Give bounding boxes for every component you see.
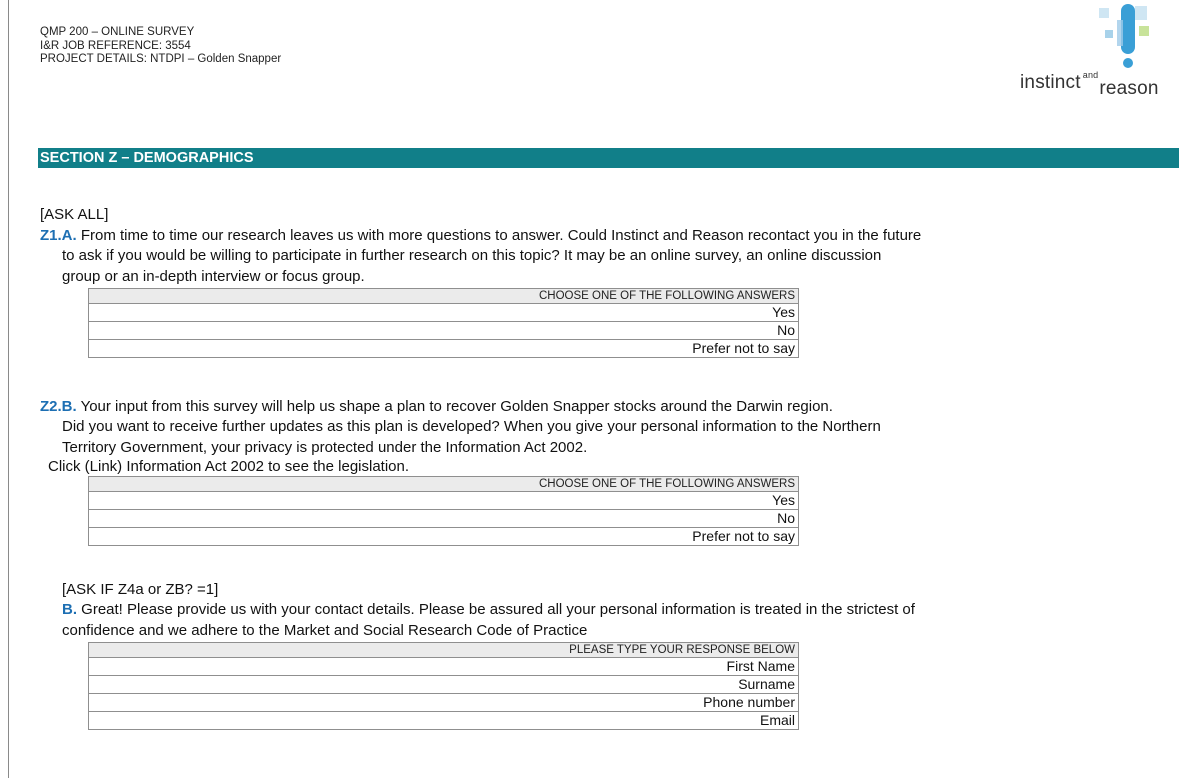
q1-instruction: [ASK ALL] <box>40 206 109 223</box>
header-survey-line: QMP 200 – ONLINE SURVEY <box>40 26 195 38</box>
q2-text-line2: Did you want to receive further updates … <box>62 418 881 435</box>
q1-line1-body: From time to time our research leaves us… <box>76 227 922 244</box>
q3-table-header: PLEASE TYPE YOUR RESPONSE BELOW <box>88 642 799 658</box>
q1-option-prefer-not-to-say[interactable]: Prefer not to say <box>88 339 799 358</box>
q2-table-header: CHOOSE ONE OF THE FOLLOWING ANSWERS <box>88 476 799 492</box>
q3-instruction: [ASK IF Z4a or ZB? =1] <box>62 581 219 598</box>
phone-number-field[interactable]: Phone number <box>88 693 799 712</box>
q1-text-line1: Z1.A. From time to time our research lea… <box>40 227 921 244</box>
q1-option-no[interactable]: No <box>88 321 799 340</box>
q2-option-prefer-not-to-say[interactable]: Prefer not to say <box>88 527 799 546</box>
logo-exclamation-icon <box>1099 4 1149 68</box>
q2-text-line1: Z2.B. Your input from this survey will h… <box>40 398 833 415</box>
q2-legislation-link[interactable]: Click (Link) Information Act 2002 to see… <box>48 458 409 475</box>
logo-wordmark: instinct andreason <box>1020 70 1159 99</box>
q1-answer-table: CHOOSE ONE OF THE FOLLOWING ANSWERS Yes … <box>88 288 799 358</box>
page-left-border <box>8 0 9 778</box>
email-field[interactable]: Email <box>88 711 799 730</box>
logo-word-instinct: instinct <box>1020 72 1081 93</box>
section-title: SECTION Z – DEMOGRAPHICS <box>38 148 1179 168</box>
q3-text-line2: confidence and we adhere to the Market a… <box>62 622 588 639</box>
header-job-reference: I&R JOB REFERENCE: 3554 <box>40 39 191 52</box>
q3-number: B. <box>62 601 77 618</box>
q1-number: Z1.A. <box>40 227 77 244</box>
q3-line1-body: Great! Please provide us with your conta… <box>77 601 915 618</box>
q2-option-no[interactable]: No <box>88 509 799 528</box>
first-name-field[interactable]: First Name <box>88 657 799 676</box>
q1-text-line2: to ask if you would be willing to partic… <box>62 247 882 264</box>
q2-answer-table: CHOOSE ONE OF THE FOLLOWING ANSWERS Yes … <box>88 476 799 546</box>
logo-word-reason: reason <box>1099 78 1159 99</box>
q2-option-yes[interactable]: Yes <box>88 491 799 510</box>
q2-number: Z2.B. <box>40 398 77 415</box>
header-project-details: PROJECT DETAILS: NTDPI – Golden Snapper <box>40 53 282 65</box>
q2-line1-body: Your input from this survey will help us… <box>76 398 833 415</box>
q3-text-line1: B. Great! Please provide us with your co… <box>62 601 915 618</box>
logo-word-and: and <box>1082 70 1099 80</box>
q1-option-yes[interactable]: Yes <box>88 303 799 322</box>
q2-text-line3: Territory Government, your privacy is pr… <box>62 439 588 456</box>
surname-field[interactable]: Surname <box>88 675 799 694</box>
q1-table-header: CHOOSE ONE OF THE FOLLOWING ANSWERS <box>88 288 799 304</box>
q3-contact-table: PLEASE TYPE YOUR RESPONSE BELOW First Na… <box>88 642 799 730</box>
document-header: QMP 200 – ONLINE SURVEY I&R JOB REFERENC… <box>40 26 281 67</box>
q1-text-line3: group or an in-depth interview or focus … <box>62 268 365 285</box>
instinct-and-reason-logo: instinct andreason <box>1017 4 1179 100</box>
